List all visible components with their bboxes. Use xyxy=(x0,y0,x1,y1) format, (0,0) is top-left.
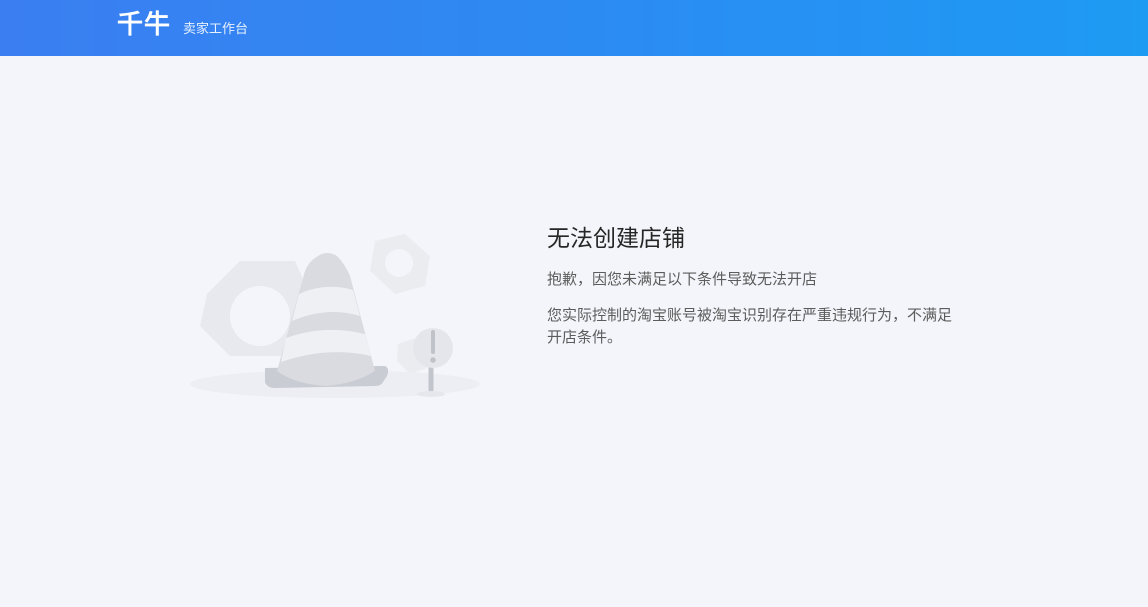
brand-subtitle: 卖家工作台 xyxy=(183,22,249,37)
top-header: 千牛 卖家工作台 xyxy=(0,0,1148,56)
error-message: 无法创建店铺 抱歉，因您未满足以下条件导致无法开店 您实际控制的淘宝账号被淘宝识… xyxy=(547,222,957,348)
qianniu-logo: 千牛 xyxy=(117,10,172,40)
brand[interactable]: 千牛 卖家工作台 xyxy=(117,8,248,48)
error-reason: 您实际控制的淘宝账号被淘宝识别存在严重违规行为，不满足开店条件。 xyxy=(547,306,953,346)
main-content: 无法创建店铺 抱歉，因您未满足以下条件导致无法开店 您实际控制的淘宝账号被淘宝识… xyxy=(0,56,1148,607)
error-description: 抱歉，因您未满足以下条件导致无法开店 xyxy=(547,270,818,288)
traffic-cone-warning-icon xyxy=(185,216,495,406)
error-title: 无法创建店铺 xyxy=(547,226,685,252)
